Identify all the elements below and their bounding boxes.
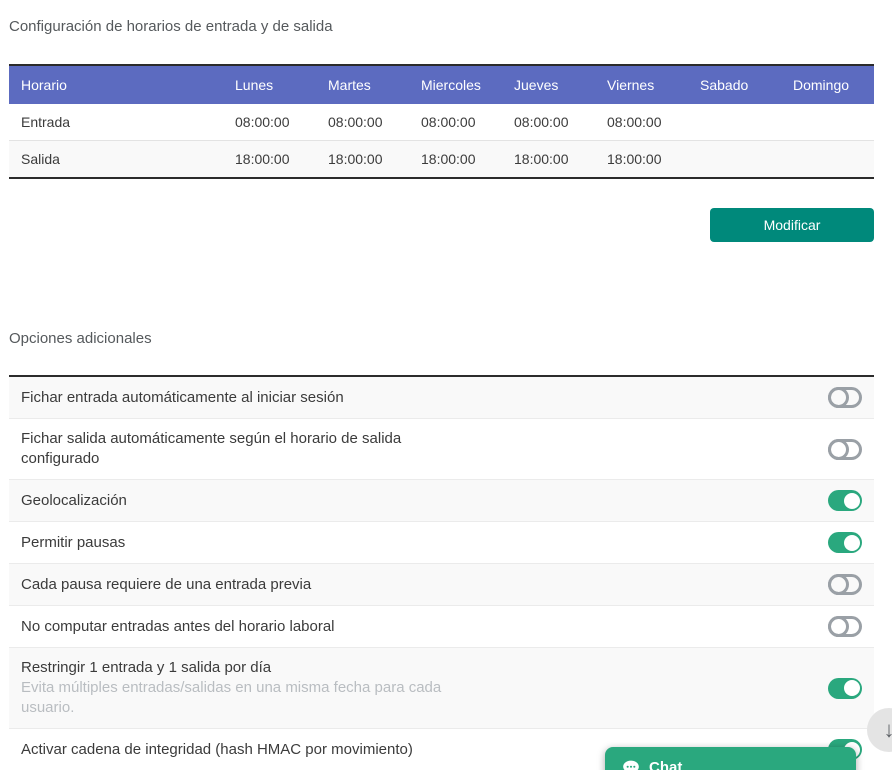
modify-button-row: Modificar (9, 208, 874, 242)
option-text: Restringir 1 entrada y 1 salida por díaE… (21, 658, 476, 718)
option-row-4: Cada pausa requiere de una entrada previ… (9, 564, 874, 606)
toggle-knob (844, 493, 860, 509)
schedule-cell (688, 104, 781, 141)
option-text: Cada pausa requiere de una entrada previ… (21, 575, 311, 595)
option-text: Activar cadena de integridad (hash HMAC … (21, 740, 413, 760)
schedule-cell: 08:00:00 (409, 104, 502, 141)
schedule-cell: 18:00:00 (223, 141, 316, 179)
column-header-horario: Horario (9, 65, 223, 104)
option-row-0: Fichar entrada automáticamente al inicia… (9, 377, 874, 419)
option-row-3: Permitir pausas (9, 522, 874, 564)
toggle-knob (844, 680, 860, 696)
toggle-option-0[interactable] (828, 387, 862, 408)
chat-label: Chat (649, 758, 682, 770)
toggle-option-5[interactable] (828, 616, 862, 637)
options-section-title: Opciones adicionales (9, 330, 874, 347)
schedule-cell: 18:00:00 (595, 141, 688, 179)
option-label: No computar entradas antes del horario l… (21, 617, 335, 637)
chat-button[interactable]: Chat (605, 747, 856, 770)
option-row-5: No computar entradas antes del horario l… (9, 606, 874, 648)
option-text: Geolocalización (21, 491, 127, 511)
option-label: Geolocalización (21, 491, 127, 511)
chat-bubble-icon (621, 758, 641, 770)
toggle-knob (828, 439, 849, 460)
toggle-option-2[interactable] (828, 490, 862, 511)
schedule-cell (688, 141, 781, 179)
toggle-knob (844, 535, 860, 551)
page-title: Configuración de horarios de entrada y d… (9, 18, 874, 35)
column-header-jueves: Jueves (502, 65, 595, 104)
option-description: Evita múltiples entradas/salidas en una … (21, 678, 476, 718)
option-row-1: Fichar salida automáticamente según el h… (9, 419, 874, 480)
toggle-knob (828, 574, 849, 595)
schedule-cell: 08:00:00 (316, 104, 409, 141)
schedule-cell: 08:00:00 (223, 104, 316, 141)
arrow-down-icon: ↓ (884, 719, 892, 741)
schedule-cell (781, 104, 874, 141)
column-header-lunes: Lunes (223, 65, 316, 104)
column-header-miercoles: Miercoles (409, 65, 502, 104)
option-text: No computar entradas antes del horario l… (21, 617, 335, 637)
column-header-domingo: Domingo (781, 65, 874, 104)
option-label: Cada pausa requiere de una entrada previ… (21, 575, 311, 595)
option-text: Permitir pausas (21, 533, 125, 553)
toggle-option-3[interactable] (828, 532, 862, 553)
options-list: Fichar entrada automáticamente al inicia… (9, 375, 874, 770)
toggle-option-6[interactable] (828, 678, 862, 699)
modify-button[interactable]: Modificar (710, 208, 874, 242)
schedule-row-salida: Salida18:00:0018:00:0018:00:0018:00:0018… (9, 141, 874, 179)
schedule-row-entrada: Entrada08:00:0008:00:0008:00:0008:00:000… (9, 104, 874, 141)
schedule-cell: 08:00:00 (502, 104, 595, 141)
option-label: Fichar entrada automáticamente al inicia… (21, 388, 344, 408)
column-header-martes: Martes (316, 65, 409, 104)
toggle-knob (828, 387, 849, 408)
column-header-sabado: Sabado (688, 65, 781, 104)
option-row-6: Restringir 1 entrada y 1 salida por díaE… (9, 648, 874, 729)
option-label: Restringir 1 entrada y 1 salida por día (21, 658, 476, 678)
schedule-cell: Salida (9, 141, 223, 179)
toggle-option-4[interactable] (828, 574, 862, 595)
schedule-cell: 18:00:00 (409, 141, 502, 179)
schedule-cell: 18:00:00 (502, 141, 595, 179)
toggle-knob (828, 616, 849, 637)
schedule-cell: 18:00:00 (316, 141, 409, 179)
option-label: Fichar salida automáticamente según el h… (21, 429, 476, 469)
schedule-cell: 08:00:00 (595, 104, 688, 141)
option-label: Permitir pausas (21, 533, 125, 553)
schedule-cell (781, 141, 874, 179)
option-text: Fichar salida automáticamente según el h… (21, 429, 476, 469)
column-header-viernes: Viernes (595, 65, 688, 104)
option-row-2: Geolocalización (9, 480, 874, 522)
toggle-option-1[interactable] (828, 439, 862, 460)
schedule-header-row: HorarioLunesMartesMiercolesJuevesViernes… (9, 65, 874, 104)
option-label: Activar cadena de integridad (hash HMAC … (21, 740, 413, 760)
schedule-table: HorarioLunesMartesMiercolesJuevesViernes… (9, 64, 874, 179)
schedule-cell: Entrada (9, 104, 223, 141)
settings-page: Configuración de horarios de entrada y d… (9, 18, 874, 770)
option-text: Fichar entrada automáticamente al inicia… (21, 388, 344, 408)
